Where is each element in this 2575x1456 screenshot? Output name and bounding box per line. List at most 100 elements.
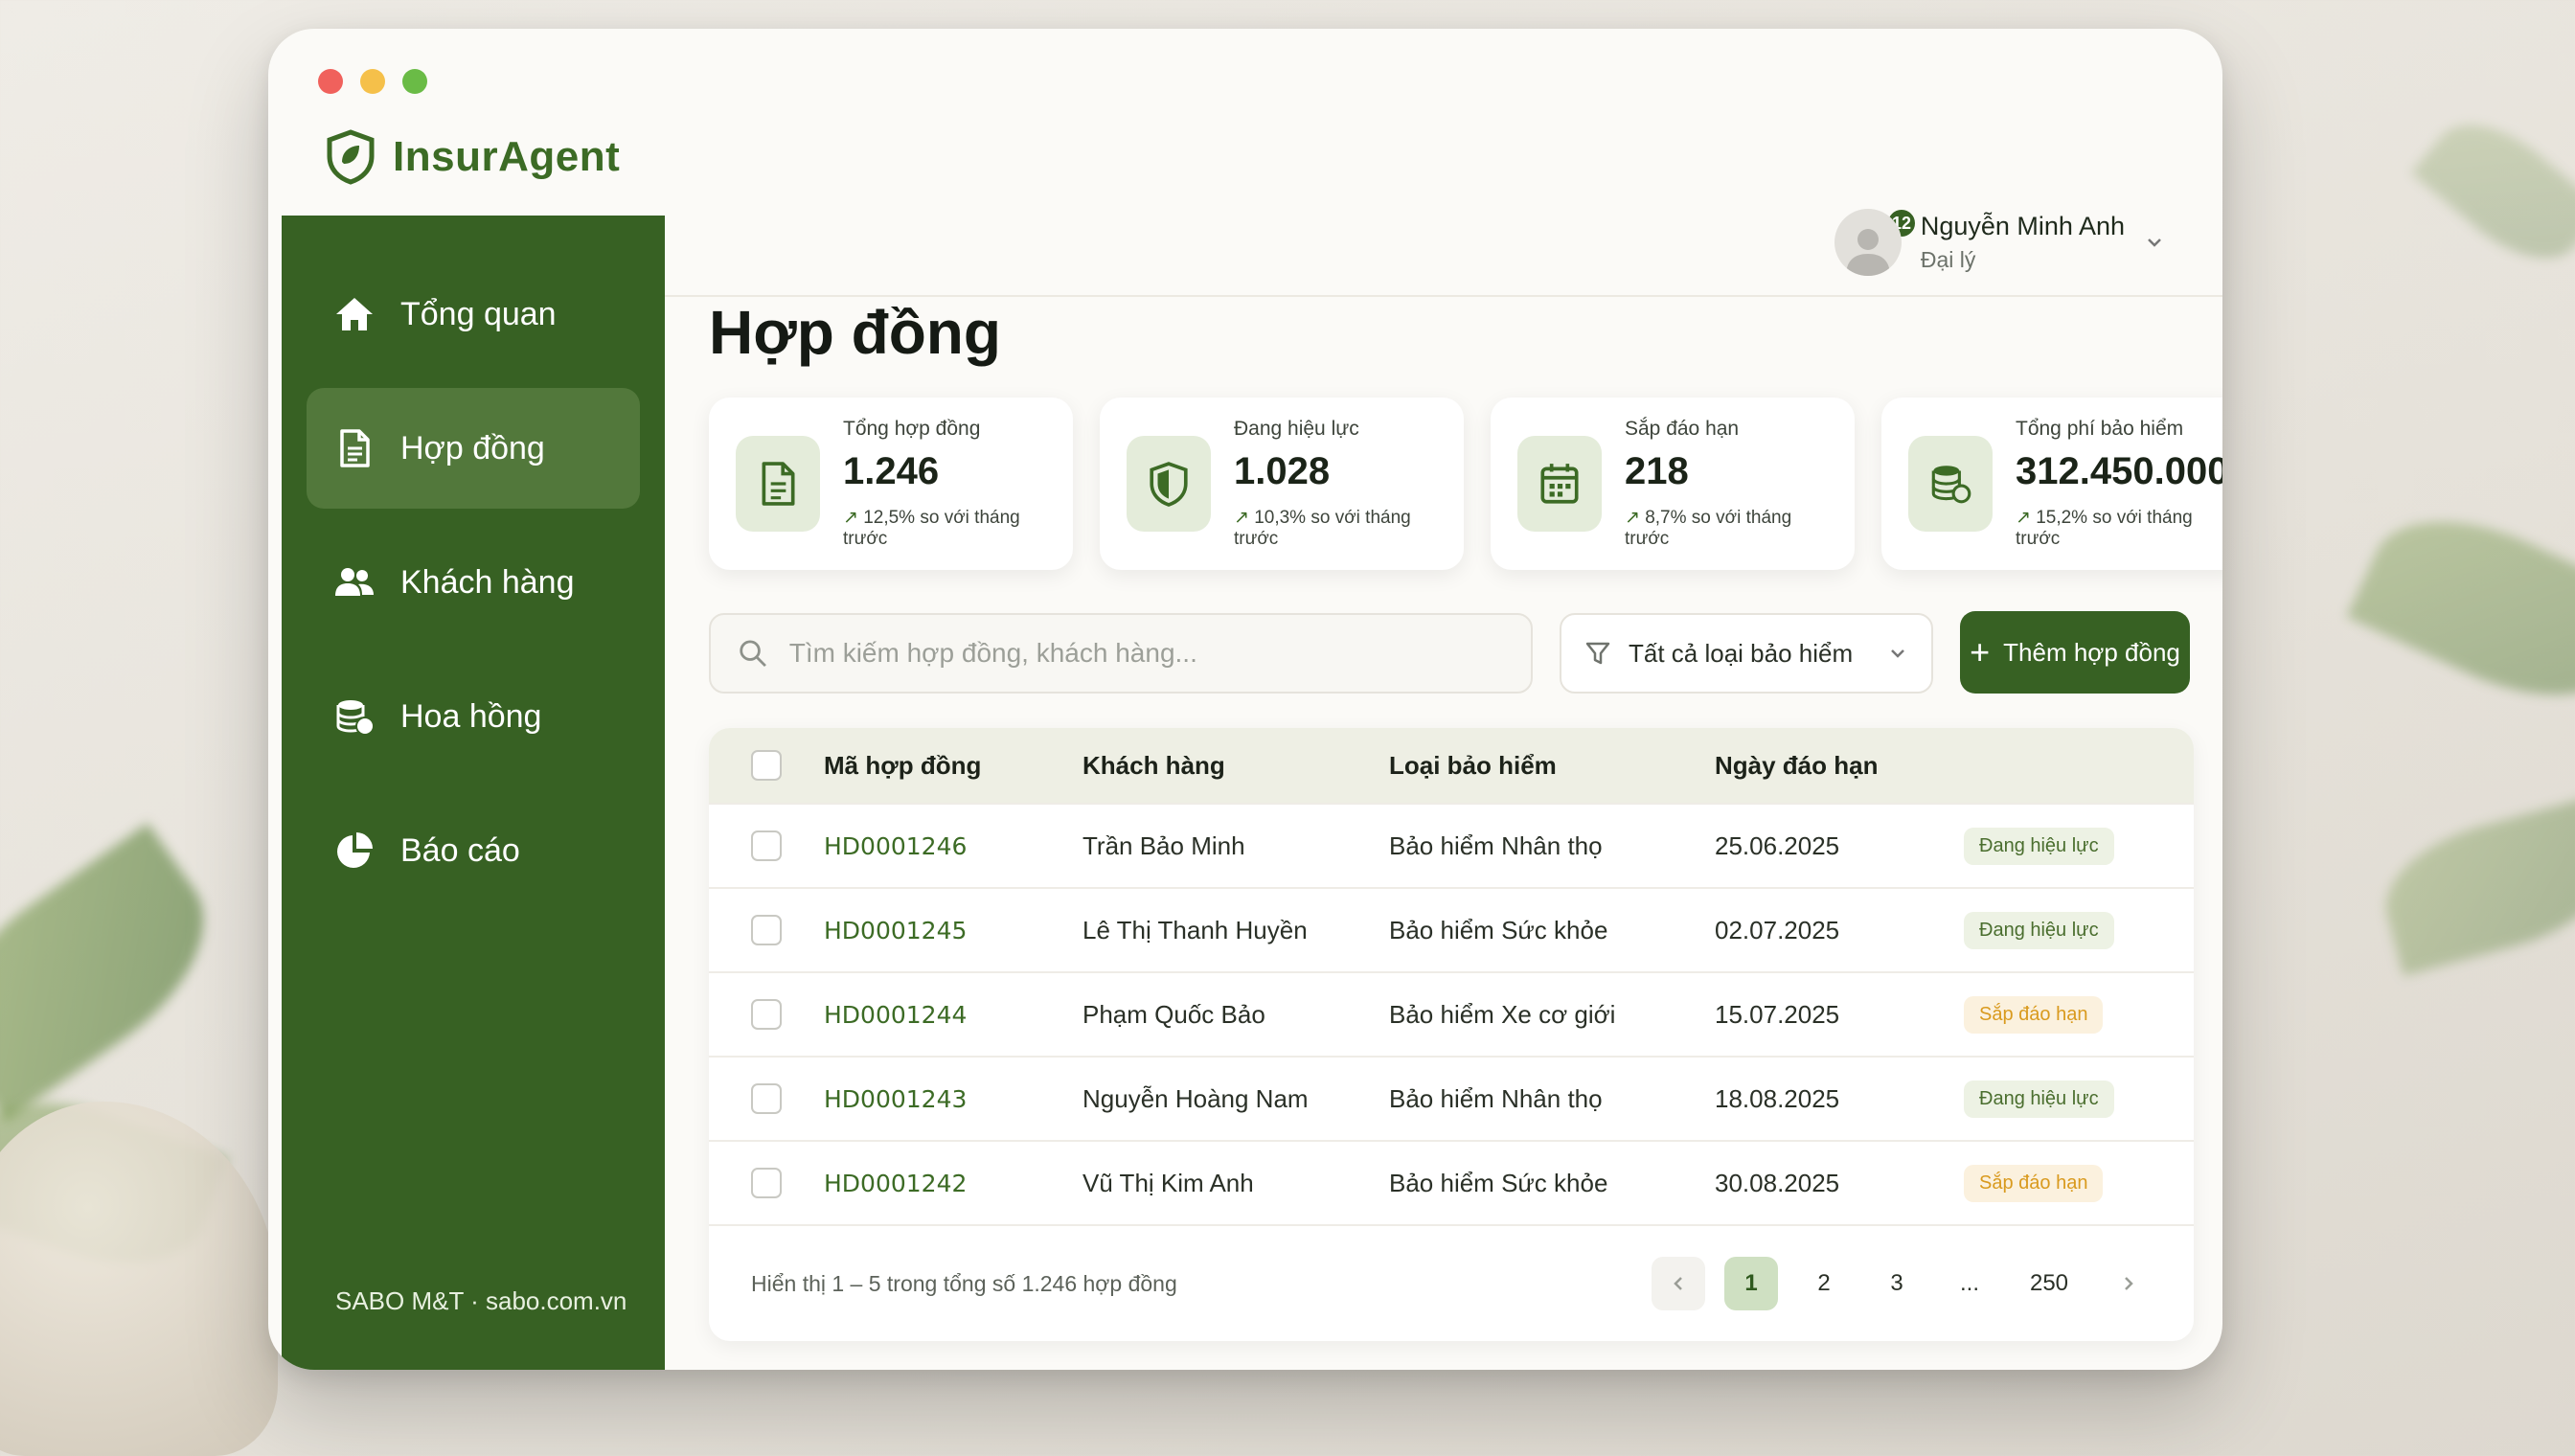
table-row[interactable]: HD0001244 Phạm Quốc Bảo Bảo hiểm Xe cơ g… xyxy=(709,973,2194,1058)
shield-icon xyxy=(1150,462,1188,507)
contract-code-link[interactable]: HD0001244 xyxy=(824,1001,1082,1029)
contract-code-link[interactable]: HD0001246 xyxy=(824,832,1082,860)
user-name: Nguyễn Minh Anh xyxy=(1920,212,2125,240)
table-header: Mã hợp đồng Khách hàng Loại bảo hiểm Ngà… xyxy=(709,728,2194,805)
trend-up-icon: ↗ xyxy=(2016,508,2031,528)
plus-icon: + xyxy=(1970,632,1991,671)
pie-chart-icon xyxy=(337,832,373,868)
row-checkbox[interactable] xyxy=(751,1083,782,1114)
stat-value: 312.450.000 xyxy=(2016,450,2222,492)
calendar-icon xyxy=(1540,464,1579,504)
sidebar-item-customers[interactable]: Khách hàng xyxy=(307,522,640,643)
stat-card-total-premium: Tổng phí bảo hiểm 312.450.000 ↗ 15,2% so… xyxy=(1881,398,2222,570)
stat-icon-box xyxy=(1517,436,1602,532)
trend-up-icon: ↗ xyxy=(1625,508,1640,528)
page-button[interactable]: 1 xyxy=(1724,1257,1778,1310)
add-contract-button[interactable]: + Thêm hợp đồng xyxy=(1960,611,2190,694)
sidebar-item-label: Hoa hồng xyxy=(400,697,542,735)
column-header[interactable]: Ngày đáo hạn xyxy=(1715,751,1964,781)
add-contract-label: Thêm hợp đồng xyxy=(2003,637,2180,667)
due-date: 30.08.2025 xyxy=(1715,1168,1840,1197)
user-menu[interactable]: Nguyễn Minh Anh Đại lý xyxy=(1834,209,2165,276)
page-ellipsis: ... xyxy=(1959,1270,1979,1296)
contract-code-link[interactable]: HD0001242 xyxy=(824,1170,1082,1197)
insurance-type: Bảo hiểm Nhân thọ xyxy=(1389,1083,1603,1113)
minimize-window-button[interactable] xyxy=(360,69,385,94)
leaf-decoration xyxy=(2346,486,2575,731)
shield-leaf-logo-icon xyxy=(327,129,375,185)
users-icon xyxy=(335,568,374,596)
table-footer: Hiển thị 1 – 5 trong tổng số 1.246 hợp đ… xyxy=(709,1226,2194,1341)
results-summary: Hiển thị 1 – 5 trong tổng số 1.246 hợp đ… xyxy=(751,1270,1177,1296)
column-header[interactable]: Khách hàng xyxy=(1082,751,1389,781)
window-controls xyxy=(318,69,427,94)
stat-icon-box xyxy=(1127,436,1211,532)
filter-icon xyxy=(1585,642,1610,665)
stat-label: Sắp đáo hạn xyxy=(1625,418,1740,440)
chevron-left-icon xyxy=(1674,1277,1682,1290)
column-header[interactable]: Loại bảo hiểm xyxy=(1389,751,1715,781)
stat-value: 1.028 xyxy=(1234,450,1331,492)
sidebar-item-reports[interactable]: Báo cáo xyxy=(307,790,640,911)
chevron-down-icon xyxy=(1891,649,1904,658)
contract-code-link[interactable]: HD0001243 xyxy=(824,1085,1082,1113)
stats-row: Tổng hợp đồng 1.246 ↗ 12,5% so với tháng… xyxy=(709,398,2222,570)
sidebar-item-label: Báo cáo xyxy=(400,831,520,869)
stat-value: 1.246 xyxy=(843,450,940,492)
close-window-button[interactable] xyxy=(318,69,343,94)
next-page-button[interactable] xyxy=(2102,1257,2155,1310)
search-box xyxy=(709,613,1533,694)
stat-card-total-contracts: Tổng hợp đồng 1.246 ↗ 12,5% so với tháng… xyxy=(709,398,1073,570)
row-checkbox[interactable] xyxy=(751,830,782,861)
app-window: InsurAgent Tổng quan Hợp đồng Khách hàng… xyxy=(268,29,2222,1370)
row-checkbox[interactable] xyxy=(751,1168,782,1198)
insurance-type: Bảo hiểm Xe cơ giới xyxy=(1389,999,1616,1029)
sidebar-item-commissions[interactable]: Hoa hồng xyxy=(307,656,640,777)
maximize-window-button[interactable] xyxy=(402,69,427,94)
sidebar: Tổng quan Hợp đồng Khách hàng Hoa hồng B… xyxy=(282,216,665,1370)
customer-name: Lê Thị Thanh Huyền xyxy=(1082,915,1308,944)
status-badge: Đang hiệu lực xyxy=(1964,827,2114,865)
insurance-type: Bảo hiểm Nhân thọ xyxy=(1389,830,1603,860)
sidebar-item-contracts[interactable]: Hợp đồng xyxy=(307,388,640,509)
table-row[interactable]: HD0001246 Trần Bảo Minh Bảo hiểm Nhân th… xyxy=(709,805,2194,889)
due-date: 18.08.2025 xyxy=(1715,1083,1840,1113)
leaf-decoration xyxy=(0,823,241,1122)
insurance-type-filter[interactable]: Tất cả loại bảo hiểm xyxy=(1560,613,1933,694)
sidebar-item-label: Hợp đồng xyxy=(400,429,545,466)
leaf-decoration xyxy=(2410,99,2575,284)
search-input[interactable] xyxy=(788,638,1504,669)
page-button[interactable]: 250 xyxy=(2016,1257,2083,1310)
due-date: 25.06.2025 xyxy=(1715,830,1840,860)
row-checkbox[interactable] xyxy=(751,999,782,1030)
table-row[interactable]: HD0001243 Nguyễn Hoàng Nam Bảo hiểm Nhân… xyxy=(709,1058,2194,1142)
stat-value: 218 xyxy=(1625,450,1689,492)
sidebar-item-overview[interactable]: Tổng quan xyxy=(307,254,640,375)
stat-icon-box xyxy=(1908,436,1993,532)
stat-change: 8,7% so với tháng trước xyxy=(1625,508,1792,549)
page-button[interactable]: 2 xyxy=(1797,1257,1851,1310)
sidebar-item-label: Khách hàng xyxy=(400,563,575,601)
column-header[interactable]: Mã hợp đồng xyxy=(824,751,1082,781)
stat-label: Tổng hợp đồng xyxy=(843,418,981,440)
row-checkbox[interactable] xyxy=(751,915,782,945)
brand-name: InsurAgent xyxy=(393,133,621,180)
document-icon xyxy=(762,462,795,506)
status-badge: Đang hiệu lực xyxy=(1964,1080,2114,1118)
contract-code-link[interactable]: HD0001245 xyxy=(824,917,1082,944)
page-title: Hợp đồng xyxy=(709,298,1001,367)
status-badge: Đang hiệu lực xyxy=(1964,911,2114,949)
chevron-right-icon xyxy=(2125,1277,2133,1290)
trend-up-icon: ↗ xyxy=(1234,508,1249,528)
table-row[interactable]: HD0001245 Lê Thị Thanh Huyền Bảo hiểm Sứ… xyxy=(709,889,2194,973)
brand[interactable]: InsurAgent xyxy=(326,129,620,185)
customer-name: Phạm Quốc Bảo xyxy=(1082,999,1265,1029)
page-button[interactable]: 3 xyxy=(1870,1257,1924,1310)
select-all-checkbox[interactable] xyxy=(751,750,782,781)
customer-name: Vũ Thị Kim Anh xyxy=(1082,1168,1254,1197)
status-badge: Sắp đáo hạn xyxy=(1964,1164,2104,1202)
prev-page-button[interactable] xyxy=(1652,1257,1705,1310)
avatar xyxy=(1834,209,1902,276)
table-row[interactable]: HD0001242 Vũ Thị Kim Anh Bảo hiểm Sức kh… xyxy=(709,1142,2194,1226)
user-role: Đại lý xyxy=(1920,247,1976,272)
